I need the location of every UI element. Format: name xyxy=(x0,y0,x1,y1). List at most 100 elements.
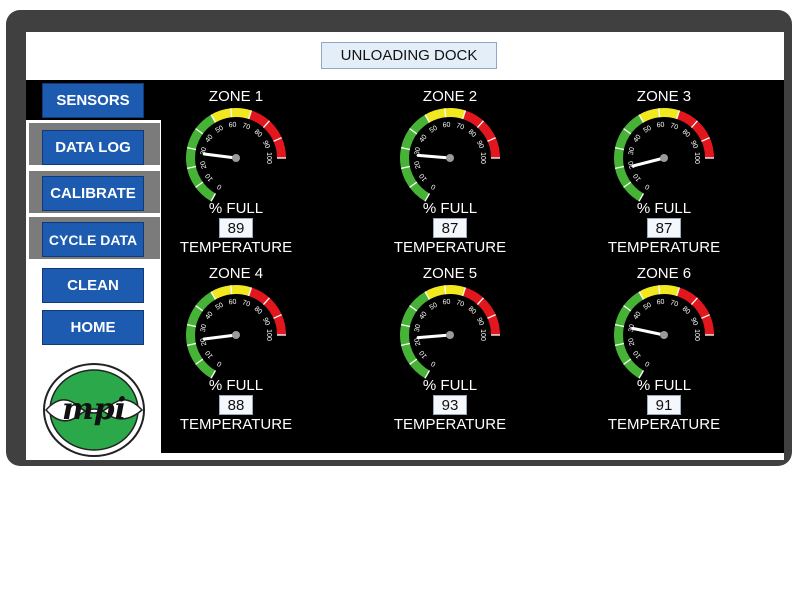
gauge-tick-label: 100 xyxy=(479,152,486,164)
gauge-tick-label: 0 xyxy=(430,182,437,190)
gauge-tick-label: 10 xyxy=(632,349,642,360)
gauge-tick-label: 50 xyxy=(215,302,225,312)
gauge-tick-label: 60 xyxy=(228,122,237,130)
zone-gauge: ZONE 5 0 10 20 30 40 50 60 70 80 90 100 % FULL 93 … xyxy=(390,265,510,435)
gauge-dial: 0102030405060708090100 xyxy=(400,285,500,379)
gauge-tick-label: 20 xyxy=(628,337,636,346)
temperature-value: 91 xyxy=(647,395,681,415)
gauge-needle xyxy=(631,326,666,337)
gauge-tick-label: 0 xyxy=(644,182,651,190)
gauge-tick-label: 60 xyxy=(656,299,665,307)
gauge-hub xyxy=(446,331,454,339)
gauge-tick-label: 90 xyxy=(261,140,271,150)
gauge-tick-label: 10 xyxy=(418,172,428,183)
gauge-hub xyxy=(660,154,668,162)
gauge-tick-label: 60 xyxy=(442,122,451,130)
gauge-green-band xyxy=(400,291,430,379)
gauge-tick-label: 70 xyxy=(241,299,251,308)
temperature-value: 93 xyxy=(433,395,467,415)
gauge-hub xyxy=(660,331,668,339)
zone-gauge: ZONE 2 0 10 20 30 40 50 60 70 80 90 100 % FULL 87 … xyxy=(390,88,510,258)
temperature-label: TEMPERATURE xyxy=(393,416,507,433)
gauge-tick-label: 80 xyxy=(467,306,478,316)
gauge-green-band xyxy=(186,291,216,379)
gauge-tick-label: 80 xyxy=(467,129,478,139)
gauge-tick-label: 60 xyxy=(442,299,451,307)
gauge-tick-label: 90 xyxy=(475,317,485,327)
zone-gauge: ZONE 4 0 10 20 30 40 50 60 70 80 90 100 % FULL 88 … xyxy=(176,265,296,435)
percent-full-label: % FULL xyxy=(208,200,264,217)
gauge-tick-label: 60 xyxy=(228,299,237,307)
temperature-label: TEMPERATURE xyxy=(179,239,293,256)
gauge-tick-label: 50 xyxy=(429,125,439,135)
gauge-needle xyxy=(416,333,452,340)
gauge-tick-label: 30 xyxy=(414,324,422,333)
gauge-tick-label: 0 xyxy=(216,359,223,367)
gauge-tick-label: 30 xyxy=(200,324,208,333)
sensors-button[interactable]: SENSORS xyxy=(42,83,144,118)
gauge-needle xyxy=(202,152,238,160)
gauge-tick-label: 40 xyxy=(632,134,642,145)
cycle-data-button[interactable]: CYCLE DATA xyxy=(42,222,144,257)
gauge-green-band xyxy=(614,114,644,202)
gauge-tick-label: 100 xyxy=(265,329,272,341)
gauge-dial: 0102030405060708090100 xyxy=(186,108,286,202)
gauge-tick-label: 0 xyxy=(644,359,651,367)
gauge-tick-label: 40 xyxy=(204,134,214,145)
gauge-tick-label: 100 xyxy=(265,152,272,164)
gauge-tick-label: 50 xyxy=(215,125,225,135)
gauge-tick-label: 80 xyxy=(681,129,692,139)
gauge-tick-label: 70 xyxy=(455,122,465,131)
percent-full-label: % FULL xyxy=(422,200,478,217)
zone-label: ZONE 6 xyxy=(636,265,692,282)
gauge-green-band xyxy=(400,114,430,202)
gauge-tick-label: 90 xyxy=(689,317,699,327)
gauge-tick-label: 60 xyxy=(656,122,665,130)
gauge-tick-label: 10 xyxy=(204,172,214,183)
gauge-tick-label: 80 xyxy=(253,129,264,139)
gauge-green-band xyxy=(186,114,216,202)
gauge-tick-label: 70 xyxy=(669,299,679,308)
temperature-value: 88 xyxy=(219,395,253,415)
gauge-tick-label: 50 xyxy=(643,302,653,312)
gauge-hub xyxy=(446,154,454,162)
gauge-tick-label: 70 xyxy=(455,299,465,308)
zone-label: ZONE 4 xyxy=(208,265,264,282)
percent-full-label: % FULL xyxy=(422,377,478,394)
gauge-tick-label: 40 xyxy=(204,311,214,322)
gauge-tick-label: 40 xyxy=(632,311,642,322)
gauge-tick-label: 40 xyxy=(418,311,428,322)
zone-gauge: ZONE 1 0 10 20 30 40 50 60 70 80 90 100 % FULL 89 … xyxy=(176,88,296,258)
percent-full-label: % FULL xyxy=(208,377,264,394)
clean-button[interactable]: CLEAN xyxy=(42,268,144,303)
gauge-needle xyxy=(631,156,666,168)
zone-label: ZONE 3 xyxy=(636,88,692,105)
logo-text: mpi xyxy=(62,392,126,427)
gauge-tick-label: 0 xyxy=(216,182,223,190)
gauge-dial: 0102030405060708090100 xyxy=(400,108,500,202)
gauge-tick-label: 80 xyxy=(681,306,692,316)
gauge-tick-label: 100 xyxy=(479,329,486,341)
gauge-tick-label: 90 xyxy=(261,317,271,327)
gauge-dial: 0102030405060708090100 xyxy=(186,285,286,379)
temperature-value: 89 xyxy=(219,218,253,238)
temperature-label: TEMPERATURE xyxy=(393,239,507,256)
gauge-tick-label: 100 xyxy=(693,152,700,164)
calibrate-button[interactable]: CALIBRATE xyxy=(42,176,144,211)
zone-label: ZONE 1 xyxy=(208,88,264,105)
gauge-tick-label: 50 xyxy=(643,125,653,135)
percent-full-label: % FULL xyxy=(636,200,692,217)
device-bezel: UNLOADING DOCK SENSORS DATA LOG CALIBRAT… xyxy=(6,10,792,466)
temperature-label: TEMPERATURE xyxy=(607,239,721,256)
data-log-button[interactable]: DATA LOG xyxy=(42,130,144,165)
page-title-button[interactable]: UNLOADING DOCK xyxy=(321,42,497,69)
home-button[interactable]: HOME xyxy=(42,310,144,345)
gauge-tick-label: 0 xyxy=(430,359,437,367)
temperature-value: 87 xyxy=(433,218,467,238)
gauge-tick-label: 20 xyxy=(200,160,208,169)
gauge-needle xyxy=(416,153,452,160)
hmi-screen: UNLOADING DOCK SENSORS DATA LOG CALIBRAT… xyxy=(26,32,784,460)
gauge-tick-label: 40 xyxy=(418,134,428,145)
gauge-dial: 0102030405060708090100 xyxy=(614,108,714,202)
zone-gauge: ZONE 6 0102030405060708090100 % FULL 91 … xyxy=(604,265,724,435)
